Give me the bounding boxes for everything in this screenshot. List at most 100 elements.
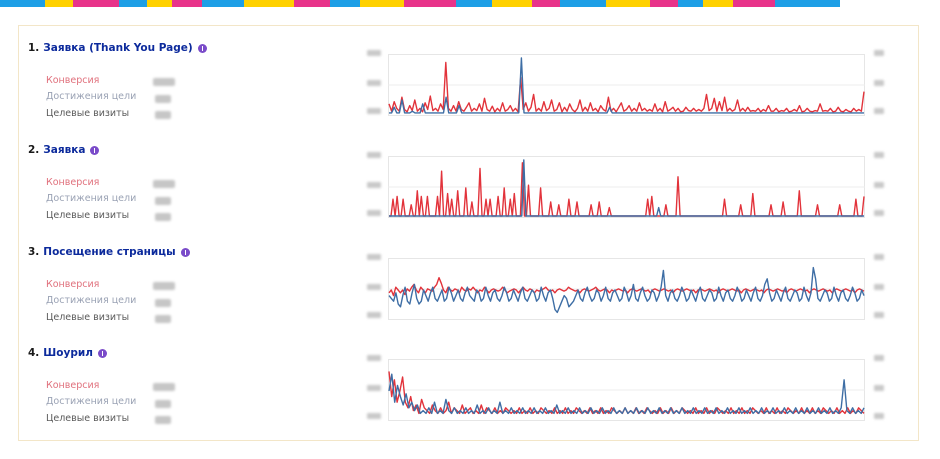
stripe-segment bbox=[404, 0, 456, 7]
stripe-segment bbox=[73, 0, 119, 7]
goal-row: 2. Заявка Конверсия Достижения цели Целевые … bbox=[19, 136, 920, 238]
y-axis-tick-left bbox=[367, 355, 381, 361]
stripe-segment bbox=[606, 0, 650, 7]
y-axis-tick-right bbox=[874, 284, 884, 290]
goal-row: 1. Заявка (Thank You Page) Конверсия Достиж… bbox=[19, 34, 920, 136]
info-badge-icon[interactable] bbox=[97, 348, 107, 358]
stripe-segment bbox=[678, 0, 703, 7]
metric-label-goal-reaches: Достижения цели bbox=[46, 193, 137, 204]
goal-number: 3. bbox=[28, 246, 40, 258]
y-axis-tick-left bbox=[367, 50, 381, 56]
metric-label-conversion: Конверсия bbox=[46, 75, 100, 86]
metric-label-conversion: Конверсия bbox=[46, 279, 100, 290]
y-axis-tick-right bbox=[874, 50, 884, 56]
stripe-segment bbox=[172, 0, 202, 7]
metric-value-conversion bbox=[153, 383, 175, 391]
target-visits-series-line bbox=[389, 159, 864, 217]
goal-title: 1. Заявка (Thank You Page) bbox=[28, 42, 207, 54]
y-axis-tick-left bbox=[367, 80, 381, 86]
y-axis-tick-left bbox=[367, 284, 381, 290]
info-badge-icon[interactable] bbox=[197, 43, 207, 53]
goal-row: 4. Шоурил Конверсия Достижения цели Целевые … bbox=[19, 339, 920, 441]
metric-value-target-visits bbox=[155, 416, 171, 424]
stripe-segment bbox=[492, 0, 532, 7]
goal-title: 3. Посещение страницы bbox=[28, 246, 190, 258]
y-axis-tick-right bbox=[874, 80, 884, 86]
metric-value-goal-reaches bbox=[155, 196, 171, 205]
goal-number: 2. bbox=[28, 144, 40, 156]
stripe-segment bbox=[733, 0, 775, 7]
goal-title: 4. Шоурил bbox=[28, 347, 107, 359]
info-badge-icon[interactable] bbox=[90, 145, 100, 155]
metric-value-target-visits bbox=[155, 213, 171, 221]
goal-trend-chart bbox=[388, 258, 865, 320]
y-axis-tick-left bbox=[367, 182, 381, 188]
metric-label-goal-reaches: Достижения цели bbox=[46, 396, 137, 407]
y-axis-tick-right bbox=[874, 385, 884, 391]
metric-label-target-visits: Целевые визиты bbox=[46, 108, 130, 119]
metric-value-conversion bbox=[153, 282, 175, 290]
y-axis-tick-right bbox=[874, 254, 884, 260]
stripe-segment bbox=[45, 0, 73, 7]
goal-title: 2. Заявка bbox=[28, 144, 100, 156]
y-axis-tick-right bbox=[874, 108, 884, 114]
y-axis-tick-left bbox=[367, 152, 381, 158]
y-axis-tick-left bbox=[367, 108, 381, 114]
stripe-segment bbox=[650, 0, 678, 7]
metric-label-goal-reaches: Достижения цели bbox=[46, 295, 137, 306]
info-badge-icon[interactable] bbox=[180, 247, 190, 257]
goal-name-link[interactable]: Шоурил bbox=[43, 347, 93, 359]
y-axis-tick-right bbox=[874, 210, 884, 216]
stripe-segment bbox=[560, 0, 606, 7]
y-axis-tick-right bbox=[874, 355, 884, 361]
metric-label-target-visits: Целевые визиты bbox=[46, 413, 130, 424]
stripe-segment bbox=[360, 0, 404, 7]
conversion-series-line bbox=[388, 371, 865, 415]
y-axis-tick-right bbox=[874, 182, 884, 188]
conversion-series-line bbox=[388, 61, 865, 113]
stripe-segment bbox=[703, 0, 733, 7]
stripe-segment bbox=[119, 0, 147, 7]
metric-value-conversion bbox=[153, 78, 175, 86]
goal-name-link[interactable]: Заявка bbox=[43, 144, 85, 156]
goal-name-link[interactable]: Заявка (Thank You Page) bbox=[43, 42, 192, 54]
goal-row: 3. Посещение страницы Конверсия Достижения … bbox=[19, 238, 920, 340]
metric-label-conversion: Конверсия bbox=[46, 380, 100, 391]
y-axis-tick-right bbox=[874, 413, 884, 419]
stripe-segment bbox=[147, 0, 172, 7]
metric-label-target-visits: Целевые визиты bbox=[46, 312, 130, 323]
stripe-segment bbox=[532, 0, 560, 7]
goals-report-panel: 1. Заявка (Thank You Page) Конверсия Достиж… bbox=[18, 25, 919, 441]
metric-value-target-visits bbox=[155, 315, 171, 323]
metric-label-conversion: Конверсия bbox=[46, 177, 100, 188]
y-axis-tick-left bbox=[367, 385, 381, 391]
y-axis-tick-left bbox=[367, 210, 381, 216]
y-axis-tick-left bbox=[367, 312, 381, 318]
stripe-segment bbox=[294, 0, 330, 7]
y-axis-tick-left bbox=[367, 254, 381, 260]
target-visits-series-line bbox=[388, 373, 865, 415]
goal-name-link[interactable]: Посещение страницы bbox=[43, 246, 175, 258]
stripe-segment bbox=[244, 0, 294, 7]
y-axis-tick-right bbox=[874, 312, 884, 318]
metric-value-goal-reaches bbox=[155, 399, 171, 408]
stripe-segment bbox=[775, 0, 840, 7]
y-axis-tick-left bbox=[367, 413, 381, 419]
conversion-series-line bbox=[389, 162, 865, 217]
brand-color-stripe bbox=[0, 0, 940, 7]
metric-label-target-visits: Целевые визиты bbox=[46, 210, 130, 221]
metric-value-goal-reaches bbox=[155, 94, 171, 103]
goal-trend-chart bbox=[388, 156, 865, 218]
goal-trend-chart bbox=[388, 359, 865, 421]
metric-value-goal-reaches bbox=[155, 298, 171, 307]
metric-label-goal-reaches: Достижения цели bbox=[46, 91, 137, 102]
goal-number: 4. bbox=[28, 347, 40, 359]
goal-number: 1. bbox=[28, 42, 40, 54]
stripe-segment bbox=[330, 0, 360, 7]
stripe-segment bbox=[202, 0, 244, 7]
goal-trend-chart bbox=[388, 54, 865, 116]
y-axis-tick-right bbox=[874, 152, 884, 158]
stripe-segment bbox=[456, 0, 492, 7]
stripe-segment bbox=[0, 0, 45, 7]
metric-value-target-visits bbox=[155, 111, 171, 119]
